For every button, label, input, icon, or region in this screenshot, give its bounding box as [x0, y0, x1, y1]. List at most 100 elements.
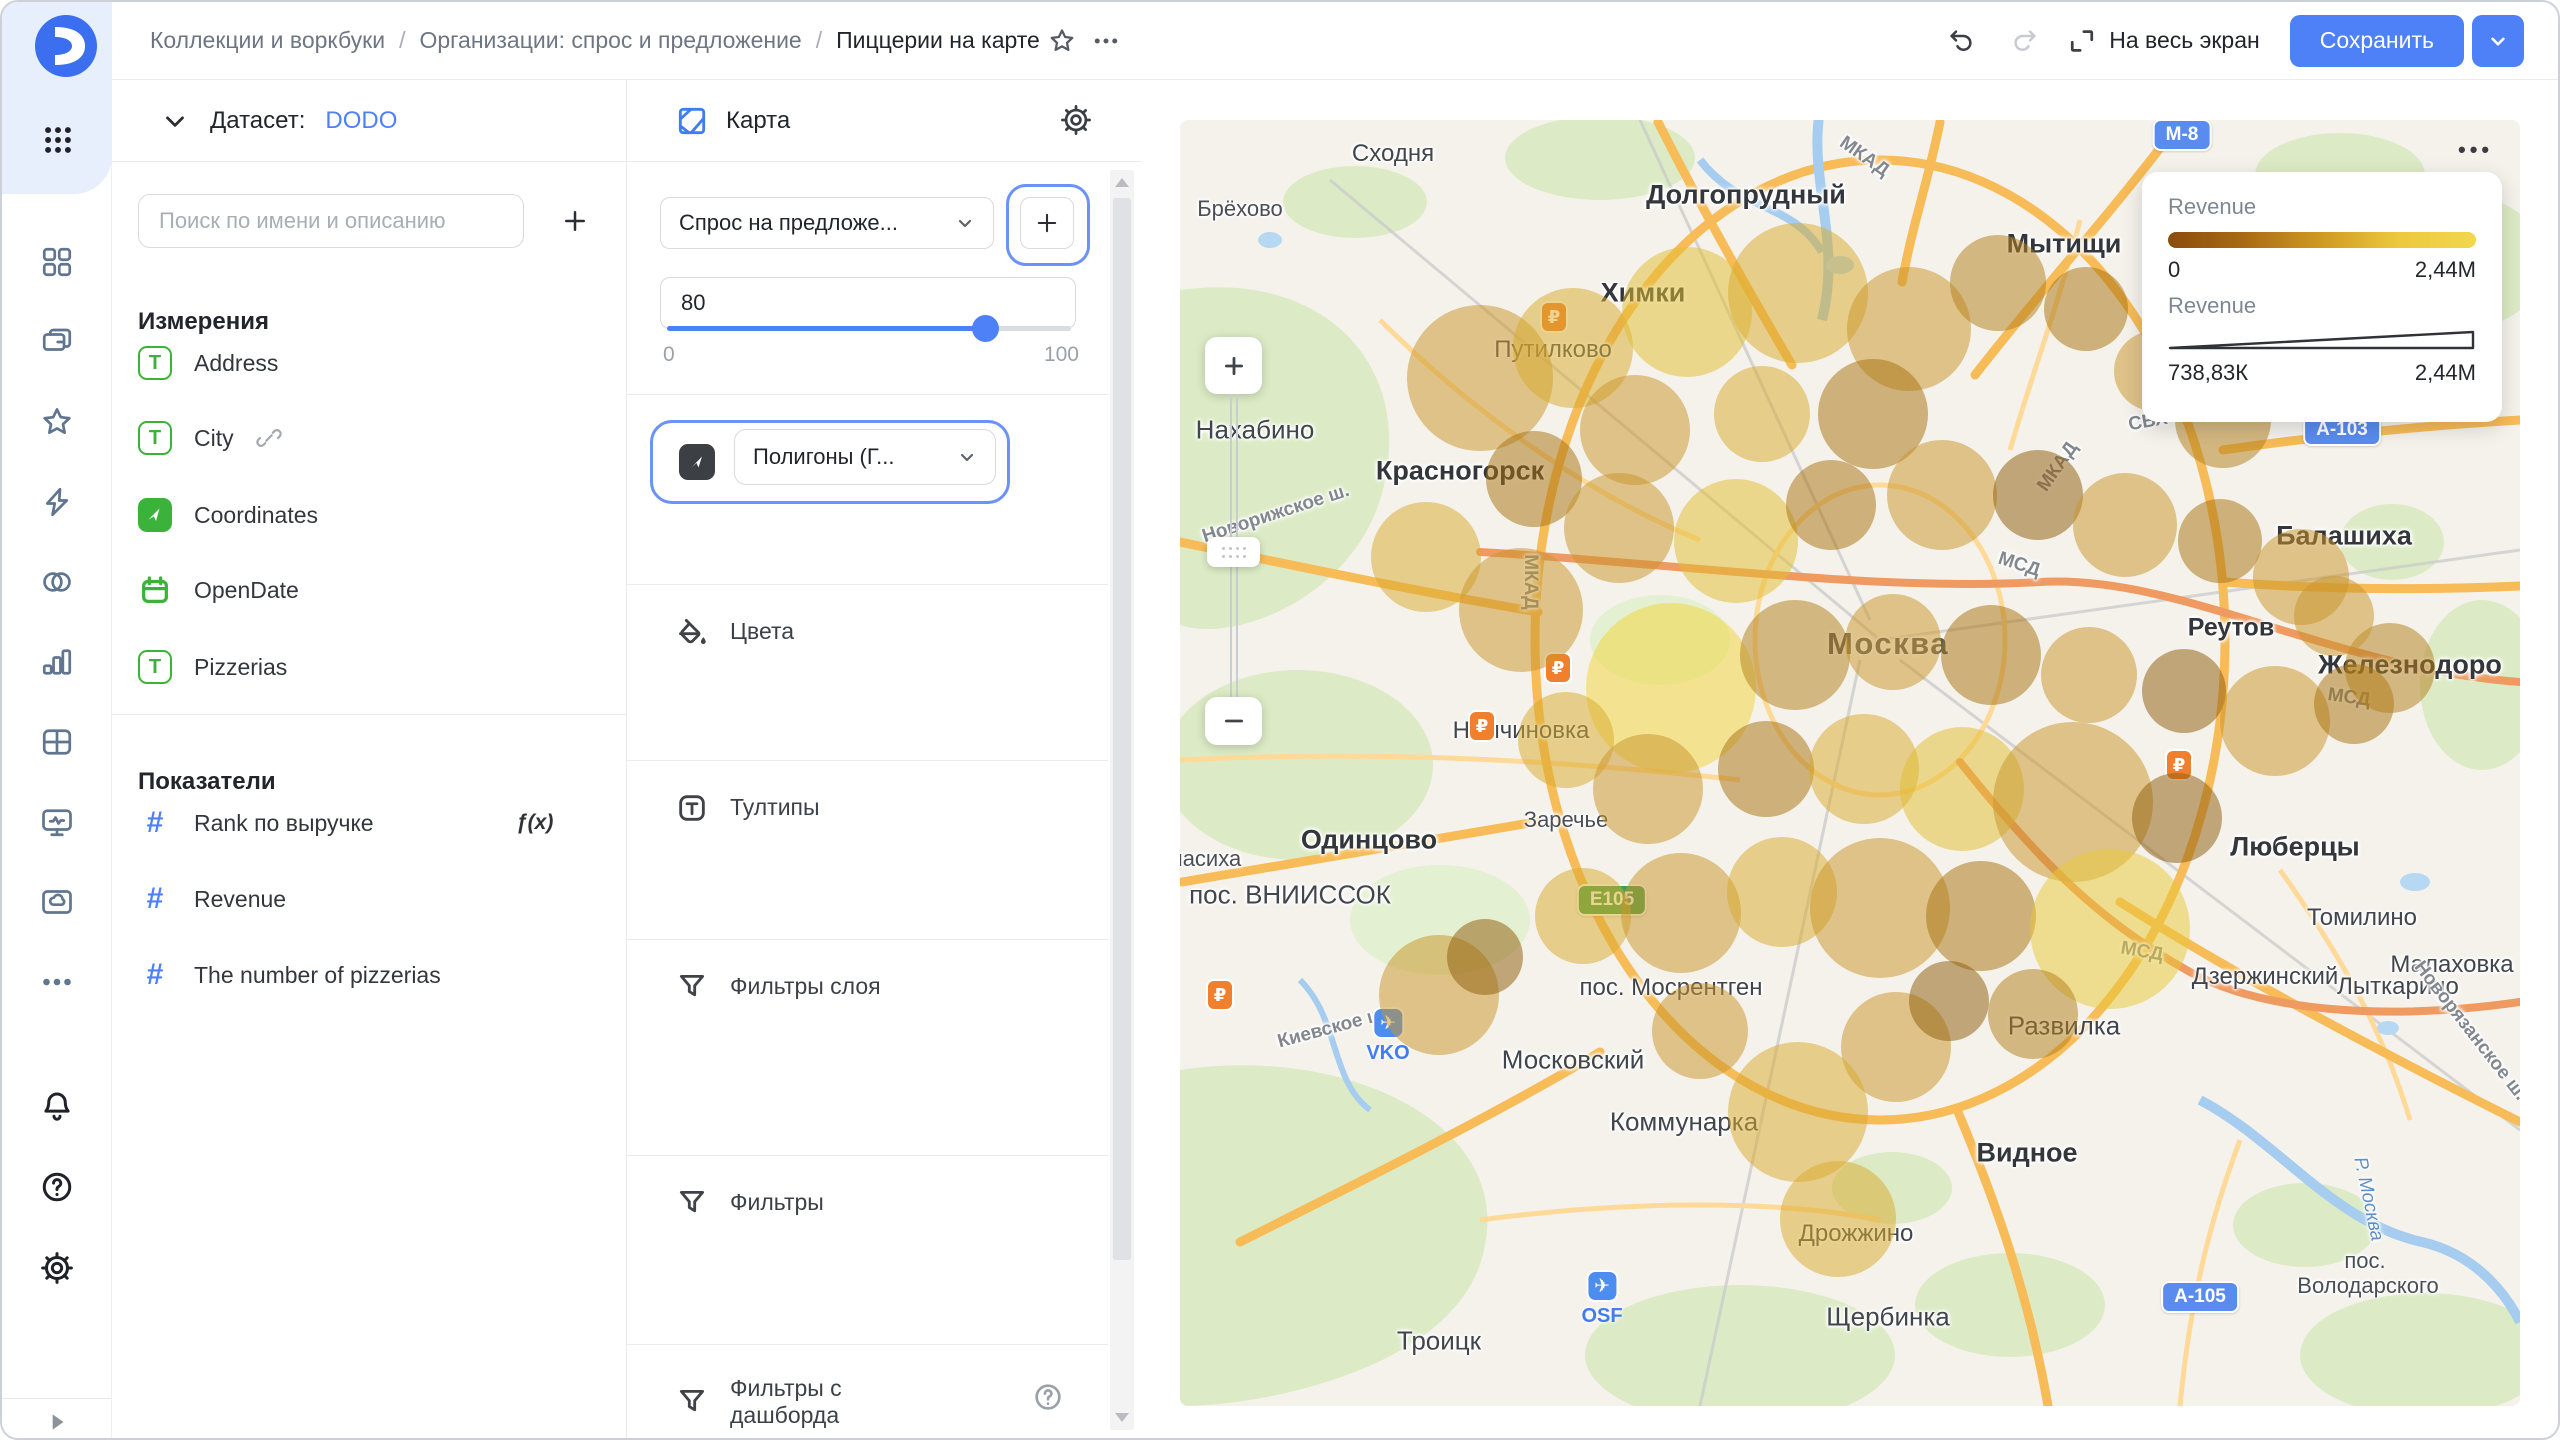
dimension-field-row[interactable]: T Pizzerias — [138, 642, 600, 692]
chart-sections: Цвета Тултипы Фильтры слоя Фильтры Фильт… — [627, 584, 1108, 1438]
breadcrumb-item: Пиццерии на карте — [836, 27, 1040, 53]
sidebar-favorites-star-icon[interactable] — [2, 394, 112, 450]
revenue-bubble — [1714, 366, 1810, 462]
plus-icon — [565, 211, 585, 231]
chart-section-row[interactable]: Тултипы — [627, 791, 1108, 825]
sidebar-bolt-icon[interactable] — [2, 474, 112, 530]
link-icon — [255, 425, 282, 451]
legend-color-min: 0 — [2168, 257, 2181, 282]
revenue-bubble — [1993, 450, 2083, 540]
legend-size-max: 2,44М — [2414, 360, 2476, 385]
revenue-bubble — [1728, 223, 1868, 363]
fullscreen-control[interactable]: На весь экран — [2067, 26, 2260, 56]
breadcrumb-item[interactable]: Коллекции и воркбуки — [150, 27, 385, 54]
zoom-out-button[interactable] — [1205, 697, 1262, 745]
geolayer-type-select[interactable]: Полигоны (Г... — [734, 429, 996, 485]
field-label: Rank по выручке — [194, 809, 374, 836]
geopoint-field-icon — [138, 498, 172, 532]
dimension-field-row[interactable]: T Address — [138, 338, 600, 388]
tooltip-icon — [675, 791, 709, 825]
number-field-icon: # — [146, 806, 164, 839]
revenue-bubble — [1988, 969, 2078, 1059]
sidebar-monitor-icon[interactable] — [2, 794, 112, 850]
chart-section: Тултипы — [627, 760, 1108, 939]
chart-type-title: Карта — [726, 106, 791, 134]
datalens-logo[interactable] — [35, 15, 97, 77]
sidebar-table-icon[interactable] — [2, 714, 112, 770]
more-options-icon[interactable] — [1084, 19, 1128, 63]
dimension-field-row[interactable]: Coordinates — [138, 490, 600, 540]
legend-size-triangle — [2168, 330, 2475, 350]
sidebar-more-ellipsis-icon[interactable] — [2, 954, 112, 1010]
map-options-button[interactable]: ••• — [2452, 136, 2499, 164]
sidebar-bell-icon[interactable] — [2, 1078, 112, 1134]
breadcrumb-item[interactable]: Организации: спрос и предложение — [419, 27, 801, 54]
opacity-value: 80 — [681, 290, 706, 315]
sidebar-bar-chart-icon[interactable] — [2, 634, 112, 690]
map-legend: Revenue 0 2,44M Revenue 738,83К 2,44М — [2142, 172, 2502, 422]
fullscreen-label: На весь экран — [2109, 27, 2260, 53]
formula-icon: ƒ(x) — [516, 811, 554, 834]
dimension-field-row[interactable]: T City — [138, 413, 600, 463]
undo-icon[interactable] — [1939, 19, 1983, 63]
field-label: OpenDate — [194, 576, 299, 603]
apps-menu-icon[interactable] — [41, 123, 75, 157]
revenue-bubble — [1786, 460, 1876, 550]
add-field-button[interactable] — [548, 194, 602, 248]
sidebar-gear-icon[interactable] — [2, 1240, 112, 1296]
chart-section-row[interactable]: Фильтры слоя — [627, 970, 1108, 1004]
chart-section-row[interactable]: Цвета — [627, 615, 1108, 649]
number-field-icon: # — [146, 882, 164, 915]
revenue-bubble — [1941, 605, 2041, 705]
dataset-panel: Датасет: DODO Измерения T Address T City C… — [112, 80, 627, 1438]
sidebar-apps-grid-icon[interactable] — [2, 234, 112, 290]
dimension-field-row[interactable]: OpenDate — [138, 565, 600, 615]
zoom-slider-handle[interactable] — [1207, 537, 1260, 567]
sidebar-collections-icon[interactable] — [2, 314, 112, 370]
dataset-name-link[interactable]: DODO — [325, 107, 397, 135]
chart-section: Фильтры с дашборда — [627, 1344, 1108, 1438]
help-circle-icon[interactable] — [1032, 1381, 1064, 1413]
sidebar-help-icon[interactable] — [2, 1159, 112, 1215]
search-input[interactable] — [138, 194, 524, 248]
panel-divider — [112, 714, 626, 715]
sidebar-connections-icon[interactable] — [2, 554, 112, 610]
chart-section-row[interactable]: Фильтры — [627, 1186, 1108, 1220]
field-label: Pizzerias — [194, 653, 288, 680]
section-label: Цвета — [730, 618, 795, 645]
redo-icon[interactable] — [2003, 19, 2047, 63]
scroll-up-icon[interactable] — [1115, 178, 1129, 187]
polygon-layer-type-icon[interactable] — [679, 444, 715, 480]
revenue-bubble — [2044, 267, 2128, 351]
opacity-slider-knob[interactable] — [972, 315, 999, 342]
dataset-header[interactable]: Датасет: DODO — [112, 80, 626, 162]
revenue-bubble — [2142, 649, 2226, 733]
sidebar-storage-folder-icon[interactable] — [2, 874, 112, 930]
scrollbar-thumb[interactable] — [1113, 198, 1131, 1260]
section-label: Фильтры слоя — [730, 973, 881, 1000]
opacity-value-field[interactable]: 80 — [660, 277, 1076, 329]
revenue-bubble — [1845, 594, 1941, 690]
layer-select[interactable]: Спрос на предложе... — [660, 197, 994, 249]
field-label: City — [194, 424, 234, 451]
add-layer-button[interactable] — [1020, 197, 1074, 249]
expand-rail-button[interactable] — [2, 1402, 112, 1438]
revenue-bubble — [1718, 721, 1814, 817]
panel-scrollbar[interactable] — [1110, 170, 1134, 1430]
measure-field-row[interactable]: # Rank по выручке ƒ(x) — [138, 798, 600, 848]
save-button[interactable]: Сохранить — [2289, 14, 2464, 67]
map-canvas[interactable]: СходняБрёховоДолгопрудныйМытищиХимкиПути… — [1180, 120, 2520, 1406]
slider-max-label: 100 — [1043, 343, 1079, 366]
opacity-slider[interactable] — [667, 315, 1071, 342]
measure-field-row[interactable]: # Revenue — [138, 874, 600, 924]
measure-field-row[interactable]: # The number of pizzerias — [138, 950, 600, 1000]
dataset-label: Датасет: — [210, 106, 306, 134]
section-label: Фильтры — [730, 1189, 824, 1216]
chart-settings-gear-icon[interactable] — [1058, 103, 1094, 139]
chart-panel-header: Карта — [627, 80, 1142, 162]
favorite-star-icon[interactable] — [1040, 19, 1084, 63]
scroll-down-icon[interactable] — [1115, 1413, 1129, 1422]
save-menu-button[interactable] — [2472, 14, 2524, 67]
zoom-in-button[interactable] — [1205, 337, 1262, 394]
opacity-slider-fill — [667, 326, 985, 331]
